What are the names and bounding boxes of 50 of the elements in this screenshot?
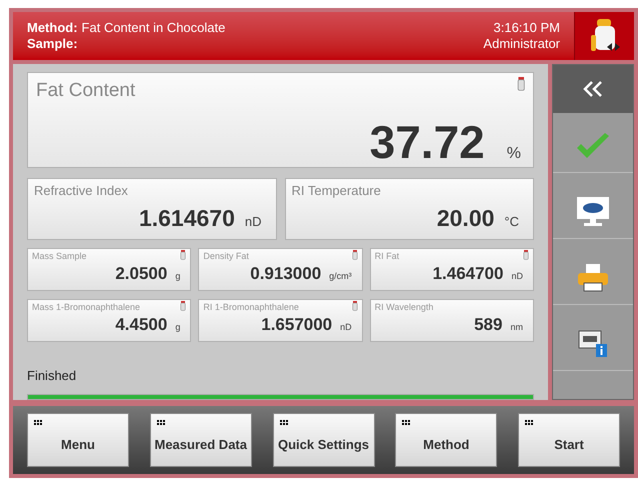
- nav-button[interactable]: Quick Settings: [272, 413, 374, 467]
- parameter-unit: nD: [511, 270, 523, 283]
- parameter-value: 1.657000: [261, 314, 332, 336]
- status-text: Finished: [27, 367, 78, 385]
- nav-button[interactable]: Measured Data: [150, 413, 252, 467]
- parameter-value: 0.913000: [250, 263, 322, 285]
- grid-icon: [156, 420, 166, 426]
- user-name: Administrator: [483, 36, 560, 52]
- parameter-label: RI Wavelength: [374, 301, 434, 313]
- nav-button[interactable]: Start: [518, 413, 620, 467]
- user-login-button[interactable]: [574, 12, 634, 60]
- parameter-label: Density Fat: [203, 250, 249, 262]
- grid-icon: [525, 420, 534, 426]
- result-unit: %: [506, 144, 521, 164]
- parameter-label: RI 1-Bromonaphthalene: [203, 301, 299, 313]
- result-label: RI Temperature: [292, 182, 381, 200]
- printer-icon: [577, 262, 609, 292]
- grid-icon: [34, 420, 43, 426]
- result-value: 1.614670: [138, 204, 235, 232]
- parameter-unit: nD: [340, 321, 352, 334]
- parameter-unit: nm: [510, 321, 523, 334]
- result-label: Fat Content: [36, 79, 136, 103]
- info-screen-icon: [578, 330, 608, 358]
- parameter-label: Mass 1-Bromonaphthalene: [32, 301, 140, 313]
- parameter-value: 4.4500: [115, 314, 168, 336]
- parameter-value: 2.0500: [115, 263, 168, 285]
- parameter-label: Mass Sample: [32, 250, 87, 262]
- double-chevron-left-icon: [582, 80, 604, 98]
- method-label: Method:: [27, 20, 78, 36]
- side-button[interactable]: [553, 65, 633, 113]
- parameter-value: 589: [474, 314, 502, 336]
- result-unit: °C: [504, 212, 519, 230]
- monitor-icon: [576, 196, 610, 228]
- parameter-unit: g/cm³: [329, 270, 352, 283]
- result-value: 20.00: [436, 204, 494, 232]
- parameter-value: 1.464700: [432, 263, 504, 285]
- checkmark-icon: [575, 132, 611, 160]
- result-value: 37.72: [370, 114, 485, 170]
- result-label: Refractive Index: [34, 182, 128, 200]
- parameter-label: RI Fat: [374, 250, 400, 262]
- nav-button[interactable]: Method: [395, 413, 498, 467]
- sample-label: Sample:: [27, 36, 79, 52]
- clock-time: 3:16:10 PM: [494, 20, 560, 36]
- parameter-unit: g: [175, 321, 180, 334]
- method-name: Fat Content in Chocolate: [82, 20, 226, 36]
- grid-icon: [280, 420, 288, 426]
- grid-icon: [402, 420, 412, 426]
- nav-button[interactable]: Menu: [27, 413, 129, 467]
- result-unit: nD: [244, 212, 262, 230]
- parameter-unit: g: [175, 270, 180, 283]
